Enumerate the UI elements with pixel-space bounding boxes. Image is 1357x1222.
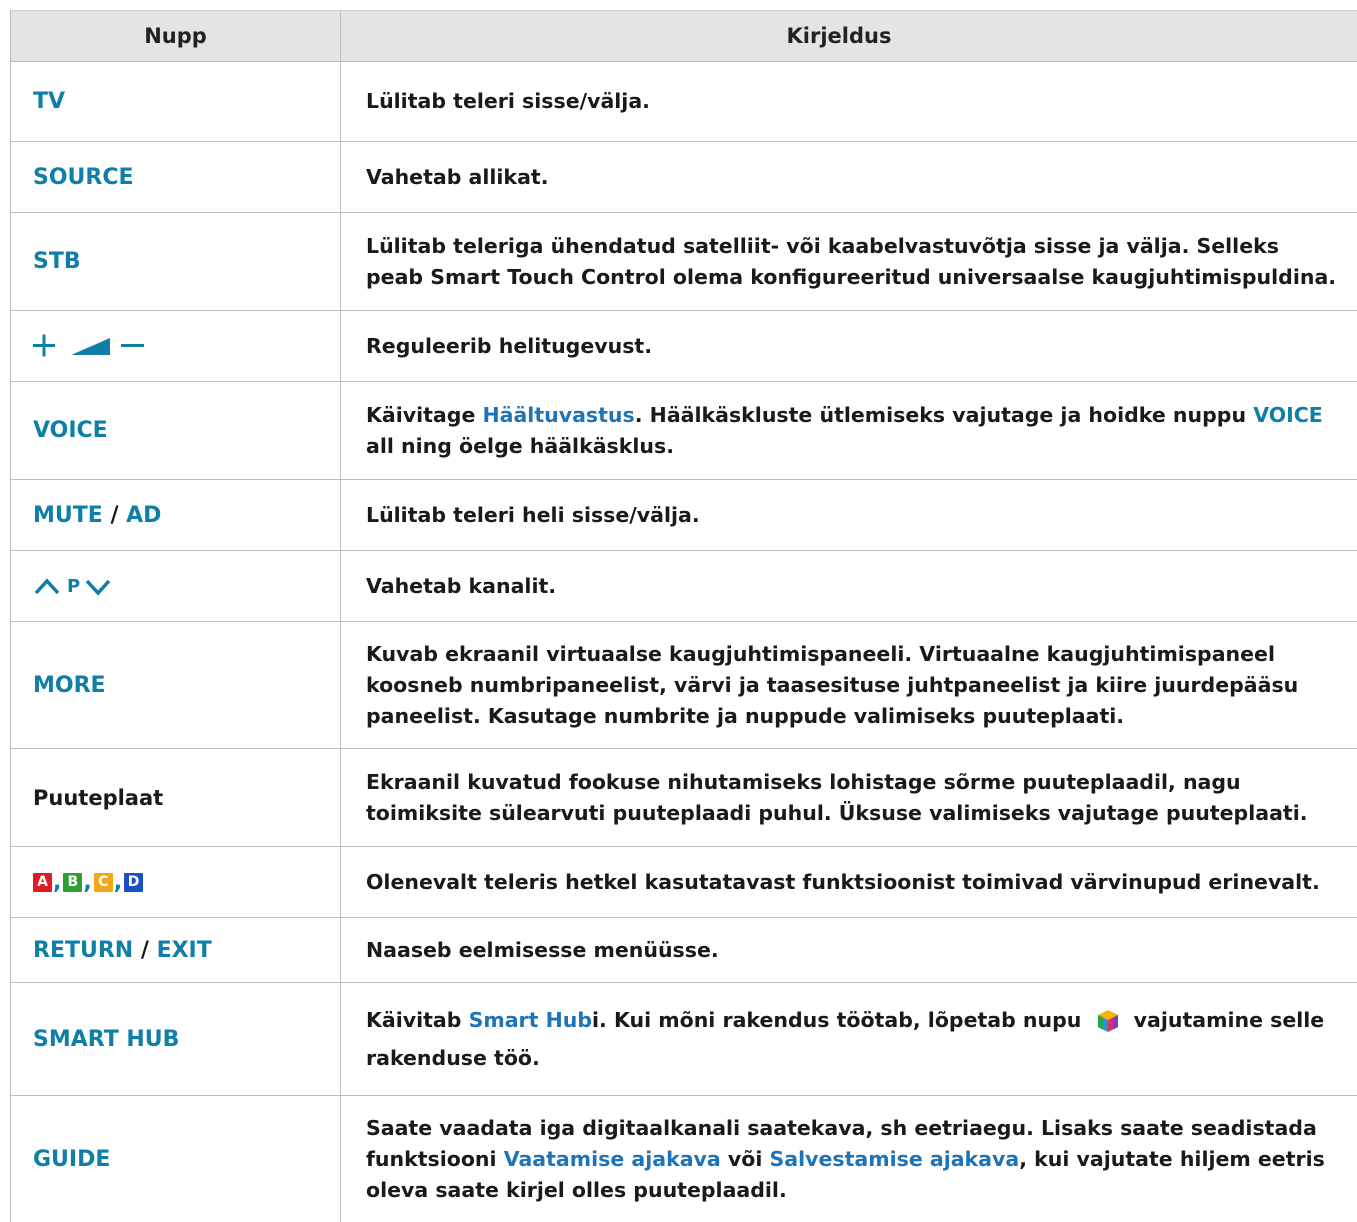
minus-icon bbox=[121, 344, 144, 347]
chevron-down-icon bbox=[85, 579, 111, 596]
description-volume: Reguleerib helitugevust. bbox=[366, 333, 653, 358]
description-more: Kuvab ekraanil virtuaalse kaugjuhtimispa… bbox=[366, 641, 1299, 728]
table-row-touchpad: Puuteplaat Ekraanil kuvatud fookuse nihu… bbox=[10, 749, 1357, 847]
chevron-up-icon bbox=[34, 578, 60, 595]
color-button-b-icon: B bbox=[63, 872, 83, 892]
description-source: Vahetab allikat. bbox=[366, 164, 549, 189]
button-name-guide: GUIDE bbox=[10, 1096, 341, 1222]
description-guide: Saate vaadata iga digitaalkanali saateka… bbox=[366, 1115, 1325, 1202]
smart-hub-icon bbox=[1097, 1010, 1118, 1032]
table-row-guide: GUIDE Saate vaadata iga digitaalkanali s… bbox=[10, 1096, 1357, 1222]
link-salvestamise-ajakava[interactable]: Salvestamise ajakava bbox=[770, 1147, 1020, 1171]
button-name-tv: TV bbox=[10, 62, 341, 141]
link-vaatamise-ajakava[interactable]: Vaatamise ajakava bbox=[504, 1147, 721, 1171]
header-description-column: Kirjeldus bbox=[786, 23, 892, 48]
button-name-source: SOURCE bbox=[10, 142, 341, 212]
button-name-stb: STB bbox=[10, 213, 341, 310]
button-name-voice: VOICE bbox=[10, 382, 341, 479]
button-name-color-buttons: A, B, C, D bbox=[10, 847, 341, 917]
table-row-smart-hub: SMART HUB Käivitab Smart Hubi. Kui mõni … bbox=[10, 983, 1357, 1096]
link-smart-hub[interactable]: Smart Hub bbox=[469, 1008, 592, 1032]
table-row-volume: Reguleerib helitugevust. bbox=[10, 311, 1357, 382]
color-button-a-icon: A bbox=[33, 872, 52, 892]
table-row-mute: MUTE / AD Lülitab teleri heli sisse/välj… bbox=[10, 480, 1357, 551]
button-name-more: MORE bbox=[10, 622, 341, 748]
table-row-tv: TV Lülitab teleri sisse/välja. bbox=[10, 62, 1357, 142]
button-name-mute: MUTE / AD bbox=[10, 480, 341, 550]
volume-wedge-icon bbox=[71, 338, 110, 355]
button-name-channel: P bbox=[10, 551, 341, 621]
table-header: Nupp Kirjeldus bbox=[10, 10, 1357, 62]
description-return: Naaseb eelmisesse menüüsse. bbox=[366, 937, 719, 962]
button-name-smart-hub: SMART HUB bbox=[10, 983, 341, 1095]
voice-keyword: VOICE bbox=[1253, 402, 1323, 427]
button-name-return: RETURN / EXIT bbox=[10, 918, 341, 982]
table-row-more: MORE Kuvab ekraanil virtuaalse kaugjuhti… bbox=[10, 622, 1357, 749]
description-voice: Käivitage Häältuvastus. Häälkäskluste üt… bbox=[366, 402, 1323, 458]
remote-buttons-table: Nupp Kirjeldus TV Lülitab teleri sisse/v… bbox=[10, 10, 1357, 1222]
description-channel: Vahetab kanalit. bbox=[366, 573, 557, 598]
plus-icon bbox=[33, 334, 55, 357]
description-touchpad: Ekraanil kuvatud fookuse nihutamiseks lo… bbox=[366, 769, 1308, 825]
table-row-source: SOURCE Vahetab allikat. bbox=[10, 142, 1357, 213]
table-row-stb: STB Lülitab teleriga ühendatud satelliit… bbox=[10, 213, 1357, 311]
button-name-volume bbox=[10, 311, 341, 381]
color-button-c-icon: C bbox=[93, 872, 113, 892]
description-stb: Lülitab teleriga ühendatud satelliit- võ… bbox=[366, 233, 1337, 289]
table-row-color-buttons: A, B, C, D Olenevalt teleris hetkel kasu… bbox=[10, 847, 1357, 918]
button-name-touchpad: Puuteplaat bbox=[10, 749, 341, 846]
description-color-buttons: Olenevalt teleris hetkel kasutatavast fu… bbox=[366, 869, 1320, 894]
volume-icons bbox=[33, 334, 144, 357]
table-row-channel: P Vahetab kanalit. bbox=[10, 551, 1357, 622]
color-button-d-icon: D bbox=[124, 872, 144, 892]
table-row-return: RETURN / EXIT Naaseb eelmisesse menüüsse… bbox=[10, 918, 1357, 983]
description-tv: Lülitab teleri sisse/välja. bbox=[366, 89, 650, 113]
description-smart-hub: Käivitab Smart Hubi. Kui mõni rakendus t… bbox=[366, 1008, 1325, 1070]
description-mute: Lülitab teleri heli sisse/välja. bbox=[366, 502, 700, 527]
link-hääletuvastus[interactable]: Häältuvastus bbox=[482, 403, 634, 427]
table-row-voice: VOICE Käivitage Häältuvastus. Häälkäsklu… bbox=[10, 382, 1357, 480]
header-button-column: Nupp bbox=[10, 11, 341, 61]
